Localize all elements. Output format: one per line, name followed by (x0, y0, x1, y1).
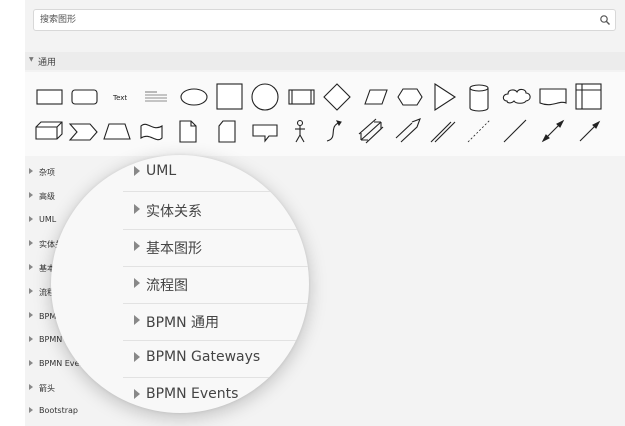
text-shape[interactable]: Text (112, 94, 127, 102)
trapezoid-shape[interactable] (103, 123, 131, 140)
cloud-shape[interactable] (502, 88, 531, 104)
chevron-right-icon (134, 352, 140, 362)
chevron-right-icon (29, 407, 33, 413)
diamond-shape[interactable] (323, 83, 351, 111)
tape-shape[interactable] (140, 123, 163, 141)
category-label: 箭头 (39, 384, 55, 393)
dashed-line-shape[interactable] (467, 119, 491, 143)
chevron-right-icon (134, 278, 140, 288)
category-general-label: 通用 (38, 58, 57, 68)
chevron-right-icon (29, 360, 33, 366)
chevron-down-icon: ▼ (29, 56, 34, 63)
chevron-right-icon (29, 336, 33, 342)
internal-storage-shape[interactable] (575, 83, 602, 110)
directional-connector-shape[interactable] (579, 120, 601, 142)
magnified-category-bpmn-general[interactable]: BPMN 通用 (129, 304, 309, 341)
arrow-shape[interactable] (395, 118, 421, 143)
category-general-header[interactable]: ▼ 通用 (25, 52, 625, 70)
note-shape[interactable] (179, 120, 197, 143)
category-label: UML (39, 215, 57, 224)
process-shape[interactable] (288, 89, 315, 105)
general-shapes-palette: Text (25, 72, 625, 156)
cube-shape[interactable] (35, 121, 63, 140)
search-icon[interactable] (599, 14, 611, 26)
step-shape[interactable] (68, 123, 98, 141)
category-label: 高级 (39, 192, 55, 201)
category-label: 杂项 (39, 168, 55, 177)
magnified-category-label: 流程图 (146, 278, 188, 294)
magnified-category-entity-relation[interactable]: 实体关系 (129, 193, 309, 230)
bidirectional-arrow-shape[interactable] (358, 118, 384, 144)
parallelogram-shape[interactable] (364, 89, 388, 105)
chevron-right-icon (29, 192, 33, 198)
line-shape[interactable] (503, 119, 527, 143)
chevron-right-icon (29, 240, 33, 246)
magnified-category-label: UML (146, 163, 177, 179)
chevron-right-icon (29, 216, 33, 222)
svg-text:Text: Text (112, 94, 127, 102)
square-shape[interactable] (216, 83, 243, 110)
category-bootstrap[interactable]: Bootstrap (25, 400, 625, 424)
chevron-right-icon (134, 204, 140, 214)
curve-shape[interactable] (326, 120, 342, 142)
chevron-right-icon (134, 166, 140, 176)
hexagon-shape[interactable] (397, 88, 423, 106)
callout-shape[interactable] (252, 124, 278, 143)
search-input[interactable] (40, 13, 580, 27)
bidirectional-connector-shape[interactable] (541, 119, 565, 143)
rounded-rectangle-shape[interactable] (71, 89, 98, 105)
triangle-shape[interactable] (434, 82, 457, 112)
chevron-right-icon (134, 241, 140, 251)
category-label: Bootstrap (39, 406, 78, 415)
chevron-right-icon (29, 384, 33, 390)
circle-shape[interactable] (251, 83, 279, 111)
magnified-category-uml[interactable]: UML (129, 155, 309, 192)
magnified-category-flowchart[interactable]: 流程图 (129, 267, 309, 304)
rectangle-shape[interactable] (36, 89, 63, 105)
magnifier-lens: UML 实体关系 基本图形 流程图 BPMN 通用 BPMN Gateways … (51, 155, 309, 413)
cylinder-shape[interactable] (469, 84, 489, 112)
chevron-right-icon (29, 312, 33, 318)
chevron-right-icon (29, 264, 33, 270)
chevron-right-icon (134, 389, 140, 399)
magnified-category-label: 基本图形 (146, 241, 202, 257)
magnified-category-label: BPMN 通用 (146, 315, 220, 331)
actor-shape[interactable] (295, 119, 305, 143)
magnified-category-bpmn-events[interactable]: BPMN Events (129, 378, 309, 413)
ellipse-shape[interactable] (180, 88, 208, 106)
magnified-category-label: BPMN Gateways (146, 349, 261, 365)
magnified-category-label: 实体关系 (146, 204, 202, 220)
link-shape[interactable] (430, 121, 456, 143)
divider (123, 191, 309, 192)
chevron-right-icon (29, 288, 33, 294)
document-shape[interactable] (539, 88, 567, 106)
magnified-category-label: BPMN Events (146, 386, 239, 402)
chevron-right-icon (134, 315, 140, 325)
magnified-category-bpmn-gateways[interactable]: BPMN Gateways (129, 341, 309, 378)
card-shape[interactable] (218, 120, 236, 143)
chevron-right-icon (29, 168, 33, 174)
search-bar[interactable] (33, 9, 616, 31)
magnified-category-basic-shapes[interactable]: 基本图形 (129, 230, 309, 267)
textbox-shape[interactable] (145, 91, 167, 102)
